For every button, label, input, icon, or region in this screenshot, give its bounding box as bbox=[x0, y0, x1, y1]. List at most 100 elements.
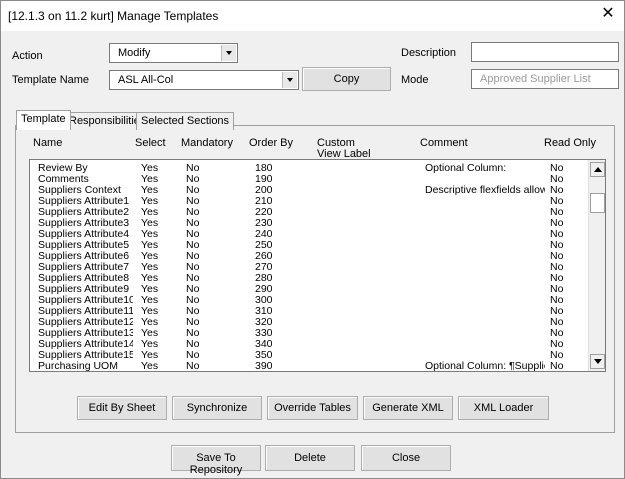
generate-xml-button[interactable]: Generate XML bbox=[363, 396, 453, 420]
cell-read-only: No bbox=[550, 273, 564, 284]
cell-name: Suppliers Attribute9 bbox=[38, 284, 130, 295]
scroll-up-icon[interactable] bbox=[590, 162, 605, 177]
cell-select: Yes bbox=[141, 218, 159, 229]
cell-select: Yes bbox=[141, 196, 159, 207]
description-field[interactable] bbox=[471, 42, 619, 62]
cell-read-only: No bbox=[550, 317, 564, 328]
cell-order: 290 bbox=[255, 284, 273, 295]
cell-select: Yes bbox=[141, 284, 159, 295]
cell-select: Yes bbox=[141, 273, 159, 284]
cell-read-only: No bbox=[550, 284, 564, 295]
cell-read-only: No bbox=[550, 251, 564, 262]
cell-read-only: No bbox=[550, 185, 564, 196]
list-item[interactable]: Purchasing UOM Yes No 390 Optional Column: ¶… bbox=[30, 361, 590, 372]
cell-mandatory: No bbox=[186, 284, 200, 295]
mode-field: Approved Supplier List bbox=[471, 69, 619, 89]
list-item[interactable]: Suppliers Attribute5 Yes No 250 No bbox=[30, 240, 590, 251]
edit-by-sheet-button[interactable]: Edit By Sheet bbox=[77, 396, 167, 420]
cell-name: Suppliers Attribute4 bbox=[38, 229, 130, 240]
cell-mandatory: No bbox=[186, 273, 200, 284]
cell-name: Review By bbox=[38, 163, 88, 174]
override-tables-button[interactable]: Override Tables bbox=[267, 396, 358, 420]
close-icon[interactable]: ✕ bbox=[600, 6, 616, 22]
cell-mandatory: No bbox=[186, 163, 200, 174]
list-item[interactable]: Comments Yes No 190 No bbox=[30, 174, 590, 185]
cell-order: 340 bbox=[255, 339, 273, 350]
cell-mandatory: No bbox=[186, 196, 200, 207]
tab-template[interactable]: Template bbox=[16, 110, 71, 130]
template-columns-list[interactable]: Review By Yes No 180 Optional Column: No Comme… bbox=[29, 159, 606, 372]
cell-mandatory: No bbox=[186, 240, 200, 251]
cell-name: Purchasing UOM bbox=[38, 361, 118, 372]
cell-order: 210 bbox=[255, 196, 273, 207]
window-title: [12.1.3 on 11.2 kurt] Manage Templates bbox=[8, 9, 219, 23]
list-item[interactable]: Suppliers Attribute7 Yes No 270 No bbox=[30, 262, 590, 273]
cell-read-only: No bbox=[550, 240, 564, 251]
copy-button[interactable]: Copy bbox=[302, 67, 391, 91]
list-item[interactable]: Suppliers Attribute6 Yes No 260 No bbox=[30, 251, 590, 262]
list-item[interactable]: Suppliers Attribute12 Yes No 320 No bbox=[30, 317, 590, 328]
save-to-repository-button[interactable]: Save To Repository bbox=[171, 445, 261, 476]
cell-order: 320 bbox=[255, 317, 273, 328]
chevron-down-icon[interactable] bbox=[221, 45, 236, 61]
cell-mandatory: No bbox=[186, 207, 200, 218]
cell-select: Yes bbox=[141, 361, 159, 372]
cell-order: 350 bbox=[255, 350, 273, 361]
list-item[interactable]: Suppliers Attribute15 Yes No 350 No bbox=[30, 350, 590, 361]
cell-read-only: No bbox=[550, 328, 564, 339]
list-item[interactable]: Suppliers Context Yes No 200 Descriptive fle… bbox=[30, 185, 590, 196]
mode-label: Mode bbox=[401, 74, 429, 86]
cell-read-only: No bbox=[550, 207, 564, 218]
cell-select: Yes bbox=[141, 339, 159, 350]
scroll-down-icon[interactable] bbox=[590, 354, 605, 369]
tab-selected-sections[interactable]: Selected Sections bbox=[136, 112, 235, 130]
scroll-thumb[interactable] bbox=[590, 193, 605, 213]
cell-order: 180 bbox=[255, 163, 273, 174]
column-header-order-by: Order By bbox=[249, 137, 294, 149]
vertical-scrollbar[interactable] bbox=[588, 160, 605, 371]
list-item[interactable]: Suppliers Attribute4 Yes No 240 No bbox=[30, 229, 590, 240]
cell-read-only: No bbox=[550, 350, 564, 361]
delete-button[interactable]: Delete bbox=[265, 445, 355, 471]
column-header-comment: Comment bbox=[420, 137, 468, 149]
cell-name: Suppliers Attribute14 bbox=[38, 339, 133, 350]
list-item[interactable]: Suppliers Attribute9 Yes No 290 No bbox=[30, 284, 590, 295]
close-button[interactable]: Close bbox=[361, 445, 451, 471]
list-item[interactable]: Review By Yes No 180 Optional Column: No bbox=[30, 163, 590, 174]
cell-mandatory: No bbox=[186, 218, 200, 229]
template-name-value: ASL All-Col bbox=[118, 74, 174, 86]
cell-name: Suppliers Attribute12 bbox=[38, 317, 133, 328]
cell-order: 250 bbox=[255, 240, 273, 251]
cell-read-only: No bbox=[550, 262, 564, 273]
cell-select: Yes bbox=[141, 328, 159, 339]
xml-loader-button[interactable]: XML Loader bbox=[458, 396, 549, 420]
action-dropdown[interactable]: Modify bbox=[109, 43, 238, 63]
list-item[interactable]: Suppliers Attribute14 Yes No 340 No bbox=[30, 339, 590, 350]
cell-mandatory: No bbox=[186, 229, 200, 240]
cell-mandatory: No bbox=[186, 174, 200, 185]
cell-read-only: No bbox=[550, 174, 564, 185]
cell-order: 270 bbox=[255, 262, 273, 273]
list-item[interactable]: Suppliers Attribute1 Yes No 210 No bbox=[30, 196, 590, 207]
cell-mandatory: No bbox=[186, 361, 200, 372]
cell-mandatory: No bbox=[186, 328, 200, 339]
cell-select: Yes bbox=[141, 207, 159, 218]
title-bar: [12.1.3 on 11.2 kurt] Manage Templates ✕ bbox=[1, 1, 624, 31]
cell-select: Yes bbox=[141, 174, 159, 185]
list-item[interactable]: Suppliers Attribute10 Yes No 300 No bbox=[30, 295, 590, 306]
cell-mandatory: No bbox=[186, 295, 200, 306]
list-item[interactable]: Suppliers Attribute2 Yes No 220 No bbox=[30, 207, 590, 218]
list-item[interactable]: Suppliers Attribute13 Yes No 330 No bbox=[30, 328, 590, 339]
cell-order: 300 bbox=[255, 295, 273, 306]
cell-order: 260 bbox=[255, 251, 273, 262]
list-item[interactable]: Suppliers Attribute3 Yes No 230 No bbox=[30, 218, 590, 229]
chevron-down-icon[interactable] bbox=[282, 72, 297, 88]
cell-name: Comments bbox=[38, 174, 89, 185]
cell-order: 190 bbox=[255, 174, 273, 185]
description-label: Description bbox=[401, 47, 457, 59]
template-name-dropdown[interactable]: ASL All-Col bbox=[109, 70, 299, 90]
list-item[interactable]: Suppliers Attribute11 Yes No 310 No bbox=[30, 306, 590, 317]
synchronize-button[interactable]: Synchronize bbox=[172, 396, 262, 420]
list-item[interactable]: Suppliers Attribute8 Yes No 280 No bbox=[30, 273, 590, 284]
cell-read-only: No bbox=[550, 229, 564, 240]
